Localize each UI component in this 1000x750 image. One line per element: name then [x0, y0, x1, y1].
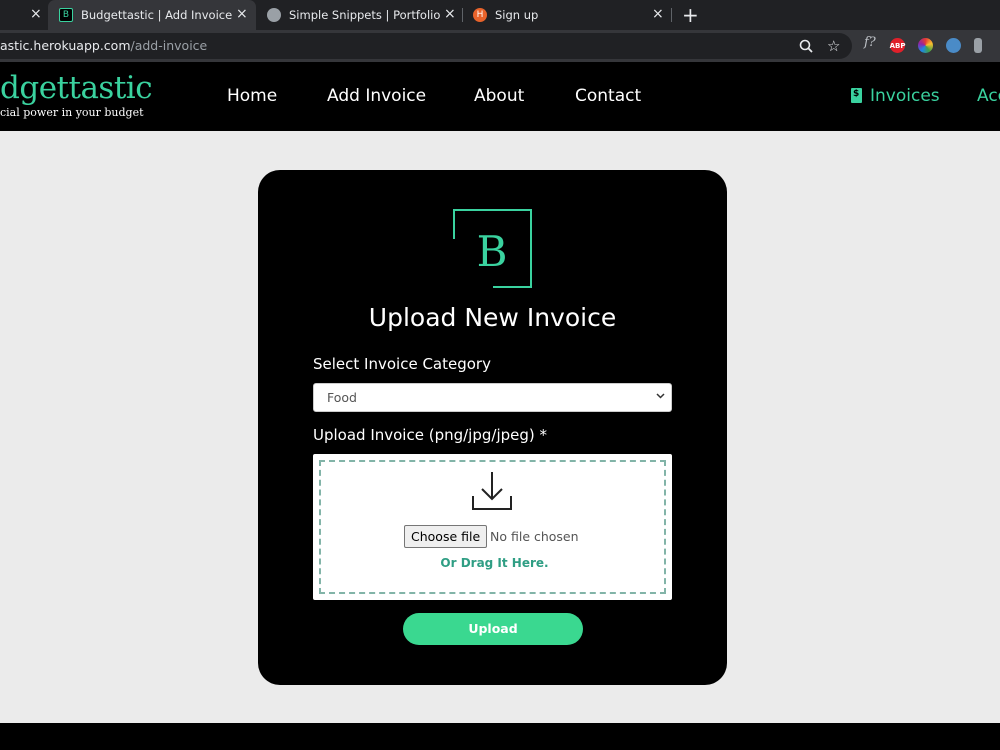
- page-title: Upload New Invoice: [368, 303, 617, 332]
- nav-about-link[interactable]: About: [474, 86, 524, 106]
- chevron-down-icon: [656, 390, 665, 403]
- tab-title: Sign up: [495, 8, 539, 22]
- upload-label: Upload Invoice (png/jpg/jpeg) *: [313, 426, 548, 444]
- upload-button[interactable]: Upload: [403, 613, 583, 645]
- adblock-extension-icon[interactable]: ABP: [890, 38, 905, 53]
- sign-up-favicon-icon: H: [473, 8, 487, 22]
- logo-letter: B: [477, 227, 508, 276]
- tab-previous[interactable]: ×: [0, 0, 48, 30]
- file-drop-area[interactable]: Choose file No file chosen Or Drag It He…: [313, 454, 672, 600]
- color-picker-extension-icon[interactable]: [918, 38, 933, 53]
- browser-toolbar: astic.herokuapp.com/add-invoice ☆ f? ABP: [0, 30, 1000, 62]
- browser-tabbar: × B Budgettastic | Add Invoice × Simple …: [0, 0, 1000, 30]
- url-host: astic.herokuapp.com: [0, 38, 131, 53]
- category-select[interactable]: Food: [313, 383, 672, 412]
- zoom-icon[interactable]: [799, 39, 813, 57]
- extension-icon[interactable]: [946, 38, 961, 53]
- close-tab-icon[interactable]: ×: [30, 6, 42, 22]
- close-tab-icon[interactable]: ×: [444, 6, 456, 22]
- new-tab-icon[interactable]: +: [682, 3, 699, 27]
- nav-invoices-label: Invoices: [870, 86, 940, 106]
- extensions-puzzle-icon[interactable]: [974, 38, 982, 53]
- nav-add-invoice-link[interactable]: Add Invoice: [327, 86, 426, 106]
- tab-title: Budgettastic | Add Invoice: [81, 8, 233, 22]
- choose-file-button[interactable]: Choose file: [404, 525, 488, 548]
- site-footer: [0, 723, 1000, 750]
- nav-invoices-link[interactable]: Invoices: [851, 86, 940, 106]
- nav-home-link[interactable]: Home: [227, 86, 277, 106]
- tab-simple-snippets[interactable]: Simple Snippets | Portfolio ×: [256, 0, 462, 30]
- address-bar[interactable]: astic.herokuapp.com/add-invoice ☆: [0, 33, 852, 59]
- dropzone-border[interactable]: Choose file No file chosen Or Drag It He…: [319, 460, 666, 594]
- budgettastic-favicon-icon: B: [59, 8, 73, 22]
- nav-contact-link[interactable]: Contact: [575, 86, 641, 106]
- url-path: /add-invoice: [130, 38, 208, 53]
- tab-separator: [671, 8, 672, 22]
- tab-title: Simple Snippets | Portfolio: [289, 8, 441, 22]
- globe-icon: [267, 8, 281, 22]
- brand-logo-text[interactable]: dgettastic: [0, 70, 153, 106]
- close-tab-icon[interactable]: ×: [236, 6, 248, 22]
- drag-hint-text: Or Drag It Here.: [440, 556, 549, 570]
- url-text: astic.herokuapp.com/add-invoice: [0, 38, 207, 53]
- category-selected-value: Food: [327, 390, 357, 405]
- close-tab-icon[interactable]: ×: [652, 6, 664, 22]
- download-icon: [471, 470, 513, 512]
- brand-tagline: cial power in your budget: [0, 106, 144, 119]
- nav-account-link[interactable]: Acc: [977, 86, 1000, 106]
- invoice-icon: [851, 88, 862, 103]
- site-navbar: dgettastic cial power in your budget Hom…: [0, 62, 1000, 131]
- budgettastic-logo: B: [453, 209, 532, 288]
- tab-separator: [462, 8, 463, 22]
- upload-invoice-card: B Upload New Invoice Select Invoice Cate…: [258, 170, 727, 685]
- bookmark-star-icon[interactable]: ☆: [827, 37, 840, 55]
- tab-add-invoice[interactable]: B Budgettastic | Add Invoice ×: [48, 0, 256, 30]
- no-file-text: No file chosen: [490, 529, 579, 544]
- category-label: Select Invoice Category: [313, 355, 491, 373]
- formula-extension-icon[interactable]: f?: [864, 35, 876, 50]
- tab-sign-up[interactable]: H Sign up ×: [464, 0, 670, 30]
